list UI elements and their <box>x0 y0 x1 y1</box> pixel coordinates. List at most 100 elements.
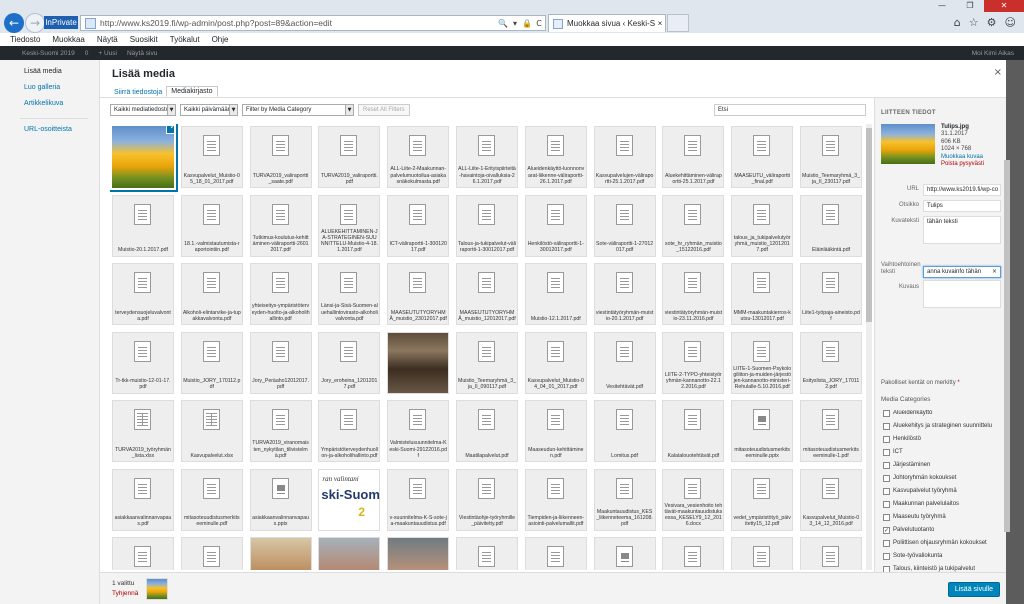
refresh-icon[interactable]: C <box>533 19 545 28</box>
attachment-file[interactable]: Maakuntauudistus_KES_liikenneteema_16120… <box>593 468 656 531</box>
attachment-file[interactable]: Tr-tkk-muistio-12-01-17.pdf <box>112 331 174 394</box>
attachment-file[interactable] <box>524 537 587 570</box>
attachment-file[interactable]: yhteiseitys-ympäristöterveyden-huolto-ja… <box>249 263 312 325</box>
attachment-file[interactable]: Talous-ja-tukipalvelut-väliraportti-1-30… <box>456 194 518 257</box>
attachment-file[interactable]: Alueidenkäyttö-luonnonvarat-liikenne-väl… <box>524 126 587 188</box>
attachment-image[interactable] <box>387 537 450 570</box>
attachment-file[interactable]: Eläinlääkintä.pdf <box>800 194 862 257</box>
menu-file[interactable]: Tiedosto <box>10 35 40 44</box>
attachment-file[interactable]: Keski-Suomi-2019-... <box>800 537 862 570</box>
attachment-file[interactable]: Alkoholi-elintarvike-ja-tupakkavalvonta.… <box>180 263 243 325</box>
attachment-file[interactable]: TURVA2019_valiraportti_saate.pdf <box>249 126 312 188</box>
attachment-file[interactable]: Viestintäohje-työryhmille_päivitetty.pdf <box>456 468 518 531</box>
attachment-file[interactable]: viestintätyöryhmän-muistio-23.11.2016.pd… <box>662 263 725 325</box>
attachment-file[interactable]: Kasvupalvelujen-väliraportti-25.1.2017.p… <box>593 126 656 188</box>
minimize-button[interactable]: — <box>928 0 956 12</box>
attachment-file[interactable]: v-suunnitelma-K-S-sote-ja-maakuntauudist… <box>387 468 450 531</box>
attachment-image[interactable] <box>387 331 450 394</box>
lock-icon[interactable]: 🔒 <box>521 19 533 28</box>
reset-filters-button[interactable]: Reset All Filters <box>358 104 410 116</box>
forward-button[interactable]: → <box>25 13 45 33</box>
attachment-file[interactable]: Kasvupalvelut_Muistio-03_14_12_2016.pdf <box>800 468 862 531</box>
menu-featured-image[interactable]: Artikkelikuva <box>24 100 63 107</box>
attachment-file[interactable]: viestintätyöryhmän-muistio-20.1.2017.pdf <box>593 263 656 325</box>
admin-view-page[interactable]: Näytä sivu <box>127 50 157 57</box>
attachment-file[interactable]: TURVA2019_työryhmän_lista.xlsx <box>112 400 174 462</box>
attachment-file[interactable] <box>662 537 725 570</box>
admin-site-name[interactable]: Keski-Suomi 2019 <box>22 50 75 57</box>
category-checkbox[interactable] <box>883 410 890 417</box>
attachment-file[interactable]: Henkilöstö-väliraportti-1-30012017.pdf <box>524 194 587 257</box>
attachment-file[interactable]: Ympäristöterveydenhuollon-ja-alkoholihal… <box>318 400 381 462</box>
attachment-file[interactable]: Jory_Peräaho12012017.pdf <box>249 331 312 394</box>
attachment-file[interactable]: Liite1-työpaja-aineisto.pdf <box>800 263 862 325</box>
attachment-file[interactable]: TURVA2019_valiraportti.pdf <box>318 126 381 188</box>
attachment-file[interactable]: Aluekehittäminen-väliraportti-25.1.2017.… <box>662 126 725 188</box>
category-checkbox[interactable]: ✓ <box>883 527 890 534</box>
menu-view[interactable]: Näytä <box>97 35 118 44</box>
attachment-image[interactable]: ✓ <box>112 126 174 188</box>
attachment-file[interactable]: LIITE-1-Suomen-Psykologiliiton-ja-muiden… <box>731 331 794 394</box>
attachment-file[interactable]: Jory_eroheina_12012017.pdf <box>318 331 381 394</box>
attachment-file[interactable]: Kasvupalvelut.xlsx <box>180 400 243 462</box>
attachment-file[interactable]: Kasvupalvelut_Muistio-05_18_01_2017.pdf <box>180 126 243 188</box>
attachment-file[interactable]: Muistio_Teemaryhmä_3_ja_II_230117.pdf <box>800 126 862 188</box>
attachment-file[interactable] <box>731 537 794 570</box>
attachment-file[interactable] <box>112 537 174 570</box>
attachment-file[interactable]: LIITE-2-TYPO-yhteistyöryhmän-kannanotto-… <box>662 331 725 394</box>
attachment-file[interactable]: ALL-Liite-1-Erityispiirteitä-havaintoja-… <box>456 126 518 188</box>
admin-new[interactable]: + Uusi <box>98 50 117 57</box>
details-scrollbar-thumb[interactable] <box>1004 160 1010 532</box>
url-input[interactable]: http://www.ks2019.fi/wp-co <box>923 184 1001 196</box>
attachment-file[interactable]: Muistio_Teemaryhmä_3_ja_II_090117.pdf <box>456 331 518 394</box>
category-checkbox[interactable] <box>883 540 890 547</box>
attachment-file[interactable]: mitasoteuudistusmerkitseeminulle.pdf <box>180 468 243 531</box>
attachment-image[interactable]: ran valintani ski-Suom 2 <box>318 468 381 531</box>
attachment-file[interactable]: Muistio_JORY_170112.pdf <box>180 331 243 394</box>
category-checkbox[interactable] <box>883 475 890 482</box>
attachment-image[interactable] <box>318 537 381 570</box>
attachment-file[interactable]: Esityslista_JORY_170112.pdf <box>800 331 862 394</box>
attachment-file[interactable]: asiakkaanvalinnanvapaus.pdf <box>112 468 174 531</box>
category-checkbox[interactable] <box>883 436 890 443</box>
attachment-file[interactable]: asiakkaanvalinnanvapaus.pptx <box>249 468 312 531</box>
menu-add-media[interactable]: Lisää media <box>24 68 62 75</box>
category-checkbox[interactable] <box>883 553 890 560</box>
attachment-file[interactable]: MAASEUTUTYÖRYHMÄ_muistio_23012017.pdf <box>387 263 450 325</box>
tab-upload-files[interactable]: Siirrä tiedostoja <box>110 88 166 97</box>
attachment-file[interactable]: 18.1.-valmistautumista-raportointiin.pdf <box>180 194 243 257</box>
category-checkbox[interactable] <box>883 423 890 430</box>
attachment-file[interactable]: mitasoteuudistusmerkitseeminulle-1.pdf <box>800 400 862 462</box>
attachment-file[interactable]: MAASEUTU_väliraportti_final.pdf <box>731 126 794 188</box>
description-textarea[interactable] <box>923 280 1001 308</box>
back-button[interactable]: ← <box>4 13 24 33</box>
category-checkbox[interactable] <box>883 514 890 521</box>
attachment-file[interactable]: ICT-väliraportti-1-30012017.pdf <box>387 194 450 257</box>
attachment-file[interactable]: Maaseudun-kehitt... <box>180 537 243 570</box>
address-bar[interactable]: http://www.ks2019.fi/wp-admin/post.php?p… <box>80 15 546 31</box>
menu-edit[interactable]: Muokkaa <box>52 35 84 44</box>
attachment-file[interactable]: Sote-väliraportti-1-27012017.pdf <box>593 194 656 257</box>
attachment-file[interactable]: Tiempiden-ja-liikenneen-asiointi-palvelu… <box>524 468 587 531</box>
attachment-file[interactable]: Kasvupalvelut_Muistio-04_04_01_2017.pdf <box>524 331 587 394</box>
attachment-file[interactable]: ALUEKEHITTÄMINEN-JA-STRATEGINEN-SUUNNITT… <box>318 194 381 257</box>
category-checkbox[interactable] <box>883 501 890 508</box>
gear-icon[interactable]: ⚙ <box>987 16 997 29</box>
tab-close-icon[interactable]: × <box>655 19 665 28</box>
url-text[interactable]: http://www.ks2019.fi/wp-admin/post.php?p… <box>100 18 497 28</box>
attachment-file[interactable]: vedet_ympäristötyö_päivitetty15_12.pdf <box>731 468 794 531</box>
attachment-file[interactable]: MAASEUTUTYÖRYHMÄ_muistio_12012017.pdf <box>456 263 518 325</box>
new-tab-button[interactable] <box>667 14 689 32</box>
attachment-file[interactable]: MMM-maakuntakierros-kutsu-13012017.pdf <box>731 263 794 325</box>
grid-scrollbar[interactable] <box>866 124 872 570</box>
attachment-file[interactable]: ALL-Liite-2-Maakunnan-palvelumuotoilua-a… <box>387 126 450 188</box>
date-filter-select[interactable]: Kaikki päivämäärät ▼ <box>180 104 238 116</box>
selection-thumbnail[interactable] <box>146 578 168 600</box>
clear-selection-link[interactable]: Tyhjennä <box>112 590 138 597</box>
smiley-icon[interactable]: ☺ <box>1005 16 1016 29</box>
attachment-file[interactable]: Vesivara_vesienhoito tehtävät-maakuntauu… <box>662 468 725 531</box>
menu-help[interactable]: Ohje <box>212 35 229 44</box>
attachment-file[interactable]: Lomitu... <box>593 537 656 570</box>
menu-insert-from-url[interactable]: URL-osoitteista <box>24 126 72 133</box>
home-icon[interactable]: ⌂ <box>954 16 961 29</box>
